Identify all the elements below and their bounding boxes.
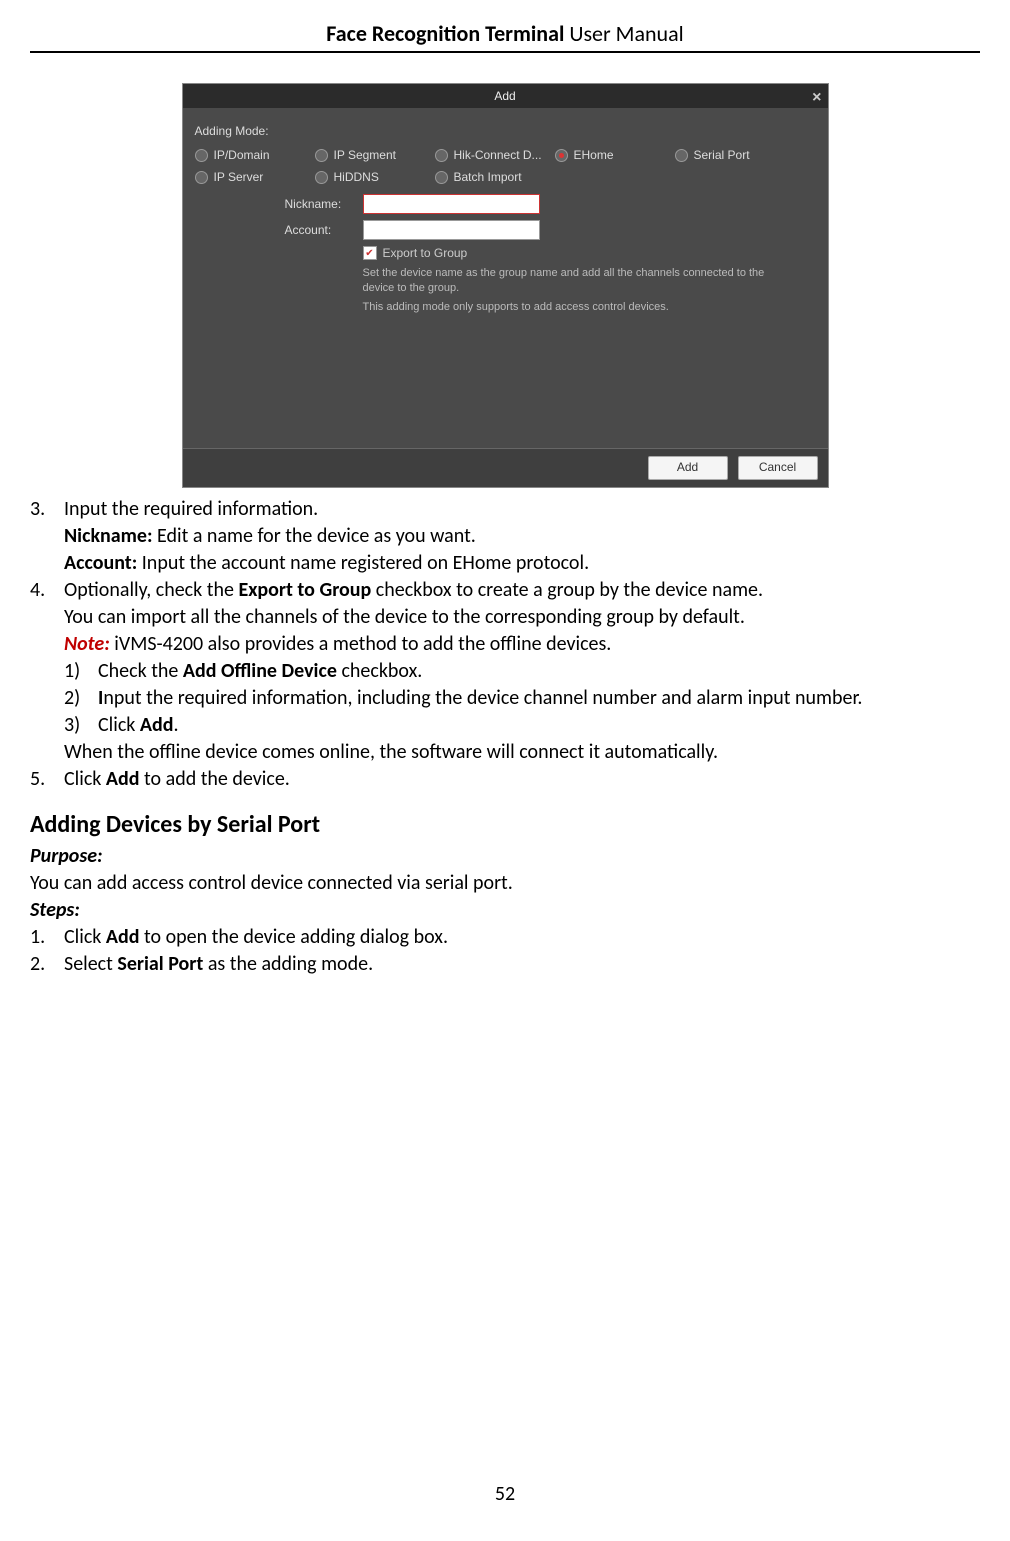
s2b: nput the required information, including… xyxy=(103,686,862,710)
step4-bold: Export to Group xyxy=(238,578,371,602)
substep-number: 1) xyxy=(64,658,98,685)
purpose-label: Purpose: xyxy=(30,843,980,870)
radio-label: IP Segment xyxy=(334,148,396,162)
s1a: Check the xyxy=(98,659,183,683)
note-label: Note: xyxy=(64,632,110,656)
close-icon[interactable]: × xyxy=(812,86,821,110)
account-term: Account: xyxy=(64,551,137,575)
radio-label: Batch Import xyxy=(454,170,522,184)
adding-mode-radio[interactable]: IP Segment xyxy=(315,144,435,166)
step5a: Click xyxy=(64,767,106,791)
nickname-term: Nickname: xyxy=(64,524,153,548)
radio-label: IP Server xyxy=(214,170,264,184)
step5b: Add xyxy=(106,767,140,791)
header-title-bold: Face Recognition Terminal xyxy=(326,20,564,47)
account-input[interactable] xyxy=(363,220,540,240)
document-text: 3. Input the required information. Nickn… xyxy=(30,496,980,978)
adding-mode-radio[interactable]: IP Server xyxy=(195,166,315,188)
step-number: 4. xyxy=(30,577,64,604)
page-header: Face Recognition Terminal User Manual xyxy=(30,20,980,53)
radio-icon xyxy=(435,171,448,184)
substep-number: 2) xyxy=(64,685,98,712)
nickname-input[interactable] xyxy=(363,194,540,214)
adding-mode-radio[interactable]: Batch Import xyxy=(435,166,555,188)
nickname-desc: Edit a name for the device as you want. xyxy=(153,524,476,548)
radio-label: EHome xyxy=(574,148,614,162)
nickname-label: Nickname: xyxy=(285,197,363,211)
export-to-group-label: Export to Group xyxy=(383,246,468,260)
radio-label: Hik-Connect D... xyxy=(454,148,542,162)
step4-line2: You can import all the channels of the d… xyxy=(30,604,980,631)
adding-mode-radio[interactable]: Serial Port xyxy=(675,144,795,166)
adding-mode-radio-group: IP/Domain IP Segment Hik-Connect D... EHome… xyxy=(195,144,816,188)
s1b: Add Offline Device xyxy=(183,659,337,683)
after-sub-text: When the offline device comes online, th… xyxy=(64,739,980,766)
page-number: 52 xyxy=(0,1482,1010,1506)
sp2c: as the adding mode. xyxy=(203,952,373,976)
radio-label: IP/Domain xyxy=(214,148,270,162)
adding-mode-radio[interactable]: EHome xyxy=(555,144,675,166)
account-desc: Input the account name registered on EHo… xyxy=(137,551,589,575)
step-number: 3. xyxy=(30,496,64,523)
radio-icon xyxy=(195,149,208,162)
radio-label: HiDDNS xyxy=(334,170,379,184)
radio-icon xyxy=(195,171,208,184)
sp1a: Click xyxy=(64,925,106,949)
radio-icon xyxy=(315,149,328,162)
s3b: Add xyxy=(140,713,174,737)
dialog-hint-2: This adding mode only supports to add ac… xyxy=(195,300,816,315)
step4-text-a: Optionally, check the xyxy=(64,578,238,602)
cancel-button[interactable]: Cancel xyxy=(738,456,818,480)
s3c: . xyxy=(174,713,179,737)
step-number: 1. xyxy=(30,924,64,951)
step4-text-c: checkbox to create a group by the device… xyxy=(371,578,763,602)
account-label: Account: xyxy=(285,223,363,237)
adding-mode-radio[interactable]: IP/Domain xyxy=(195,144,315,166)
s1c: checkbox. xyxy=(337,659,422,683)
sp2a: Select xyxy=(64,952,117,976)
radio-icon xyxy=(435,149,448,162)
step-number: 5. xyxy=(30,766,64,793)
sp1c: to open the device adding dialog box. xyxy=(140,925,448,949)
step-text: Input the required information. xyxy=(64,496,980,523)
radio-icon xyxy=(555,149,568,162)
dialog-hint-1: Set the device name as the group name an… xyxy=(195,266,816,296)
section-heading: Adding Devices by Serial Port xyxy=(30,809,980,841)
header-title-thin: User Manual xyxy=(564,20,683,47)
adding-mode-label: Adding Mode: xyxy=(195,124,816,138)
radio-icon xyxy=(675,149,688,162)
purpose-text: You can add access control device connec… xyxy=(30,870,980,897)
adding-mode-radio[interactable]: HiDDNS xyxy=(315,166,435,188)
note-text: iVMS-4200 also provides a method to add … xyxy=(110,632,612,656)
radio-label: Serial Port xyxy=(694,148,750,162)
dialog-title-text: Add xyxy=(494,89,515,103)
s3a: Click xyxy=(98,713,140,737)
sp1b: Add xyxy=(106,925,140,949)
steps-label: Steps: xyxy=(30,897,980,924)
add-button[interactable]: Add xyxy=(648,456,728,480)
sp2b: Serial Port xyxy=(117,952,203,976)
add-dialog: Add × Adding Mode: IP/Domain IP Segment Hi… xyxy=(182,83,829,488)
dialog-titlebar: Add × xyxy=(183,84,828,108)
substep-number: 3) xyxy=(64,712,98,739)
adding-mode-radio[interactable]: Hik-Connect D... xyxy=(435,144,555,166)
radio-icon xyxy=(315,171,328,184)
step5c: to add the device. xyxy=(140,767,290,791)
export-to-group-checkbox[interactable]: ✔ xyxy=(363,246,377,260)
step-number: 2. xyxy=(30,951,64,978)
